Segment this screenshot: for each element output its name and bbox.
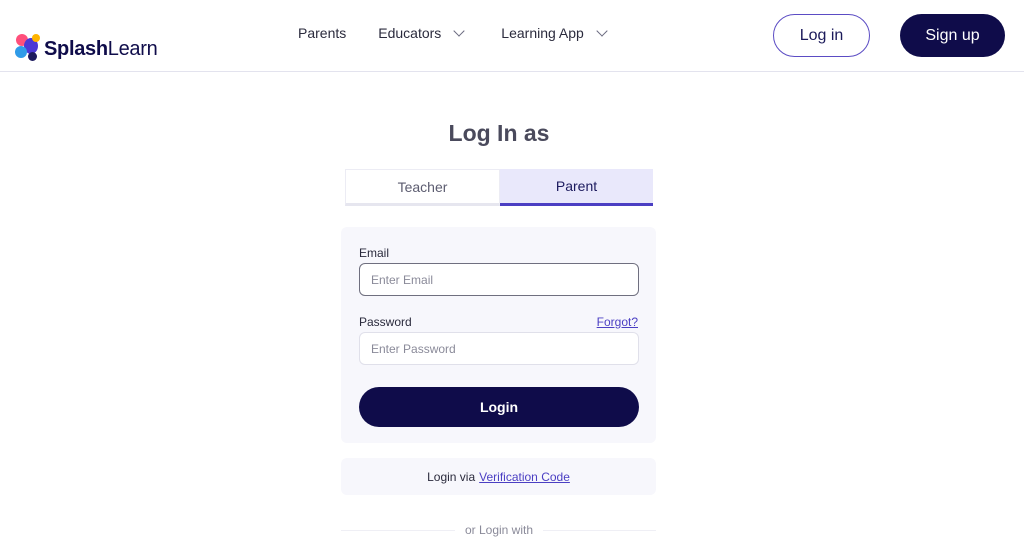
nav-learning-app-label: Learning App xyxy=(501,25,584,41)
header-signup-button[interactable]: Sign up xyxy=(900,14,1005,57)
login-form: Email Password Forgot? Login xyxy=(341,227,656,443)
alt-login-text: or Login with xyxy=(454,523,544,537)
alt-login-divider: or Login with xyxy=(0,523,998,537)
splashlearn-logo-icon xyxy=(14,32,42,62)
verification-login-box: Login via Verification Code xyxy=(341,458,656,495)
forgot-password-link[interactable]: Forgot? xyxy=(597,315,638,329)
login-submit-button[interactable]: Login xyxy=(359,387,639,427)
nav-learning-app-dropdown[interactable]: Learning App xyxy=(501,24,608,41)
password-label: Password xyxy=(359,315,412,329)
email-label: Email xyxy=(359,246,390,260)
chevron-down-icon xyxy=(596,24,608,37)
main-nav: Parents Educators Learning App xyxy=(298,24,608,41)
tab-teacher[interactable]: Teacher xyxy=(345,169,500,206)
nav-parents-label: Parents xyxy=(298,25,347,41)
page-title: Log In as xyxy=(448,120,550,146)
header-login-button[interactable]: Log in xyxy=(773,14,870,57)
splashlearn-logo[interactable]: SplashLearn xyxy=(14,32,158,62)
role-tabs: Teacher Parent xyxy=(345,169,653,206)
logo-wordmark: SplashLearn xyxy=(44,37,158,60)
password-field[interactable] xyxy=(359,332,639,365)
chevron-down-icon xyxy=(453,24,465,37)
tab-parent[interactable]: Parent xyxy=(500,169,653,206)
verification-code-link[interactable]: Verification Code xyxy=(479,470,570,484)
site-header: SplashLearn Parents Educators Learning A… xyxy=(0,0,1024,72)
nav-educators-dropdown[interactable]: Educators xyxy=(378,24,465,41)
nav-educators-label: Educators xyxy=(378,25,442,41)
verification-prefix: Login via xyxy=(427,469,476,484)
nav-parents[interactable]: Parents xyxy=(298,25,346,41)
email-field[interactable] xyxy=(359,263,639,296)
